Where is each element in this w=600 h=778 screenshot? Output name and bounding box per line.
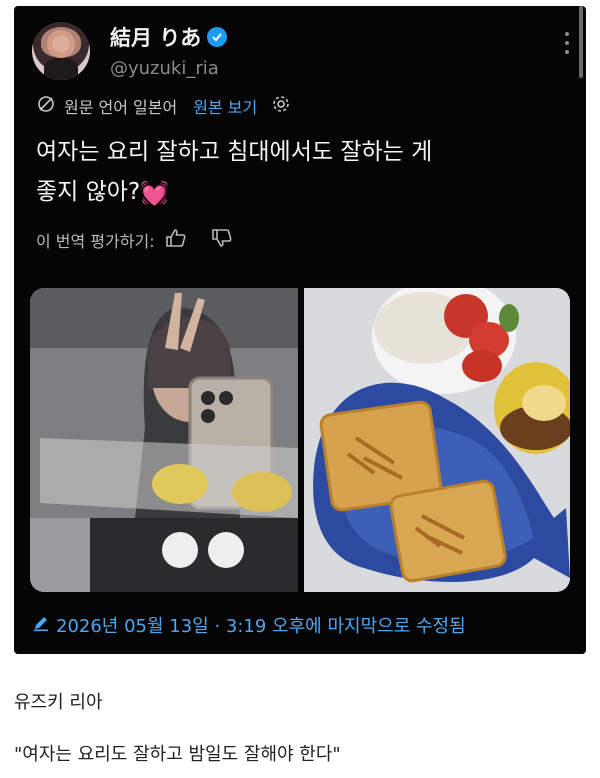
tweet-media[interactable] [30,288,570,592]
display-name[interactable]: 結月 りあ [110,22,201,52]
heart-emoji: 💓 [140,181,169,207]
display-name-row[interactable]: 結月 りあ [110,22,228,52]
scrollbar[interactable] [579,6,583,78]
tweet-card: 結月 りあ @yuzuki_ria 원문 언어 일본어 원본 보기 여자는 요리… [14,6,586,654]
edited-timestamp-row[interactable]: 2026년 05월 13일 · 3:19 오후에 마지막으로 수정됨 [32,612,466,638]
translation-label: 원문 언어 일본어 [64,98,178,117]
verified-badge-icon [207,27,228,47]
show-original-link[interactable]: 원본 보기 [193,94,257,118]
avatar[interactable] [32,22,90,80]
rate-label: 이 번역 평가하기: [36,232,155,251]
caption-quote: "여자는 요리도 잘하고 밤일도 잘해야 한다" [14,744,341,765]
edited-timestamp[interactable]: 2026년 05월 13일 · 3:19 오후에 마지막으로 수정됨 [56,612,466,638]
pencil-icon [32,614,50,637]
gear-icon[interactable] [271,94,291,118]
rate-translation: 이 번역 평가하기: [36,228,233,252]
tweet-text-line: 여자는 요리 잘하고 침대에서도 잘하는 게 [36,139,433,165]
tweet-text-line: 좋지 않아? [36,179,141,205]
more-vertical-icon[interactable] [564,32,570,54]
caption-author: 유즈키 리아 [14,692,103,713]
tweet-text: 여자는 요리 잘하고 침대에서도 잘하는 게 좋지 않아?💓 [36,132,566,214]
thumbs-up-icon[interactable] [165,228,187,252]
translate-icon [36,94,56,118]
translation-info: 원문 언어 일본어 원본 보기 [36,94,291,118]
thumbs-down-icon[interactable] [211,228,233,252]
food-photo[interactable] [304,288,570,592]
user-handle[interactable]: @yuzuki_ria [110,58,219,79]
selfie-photo[interactable] [30,288,298,592]
